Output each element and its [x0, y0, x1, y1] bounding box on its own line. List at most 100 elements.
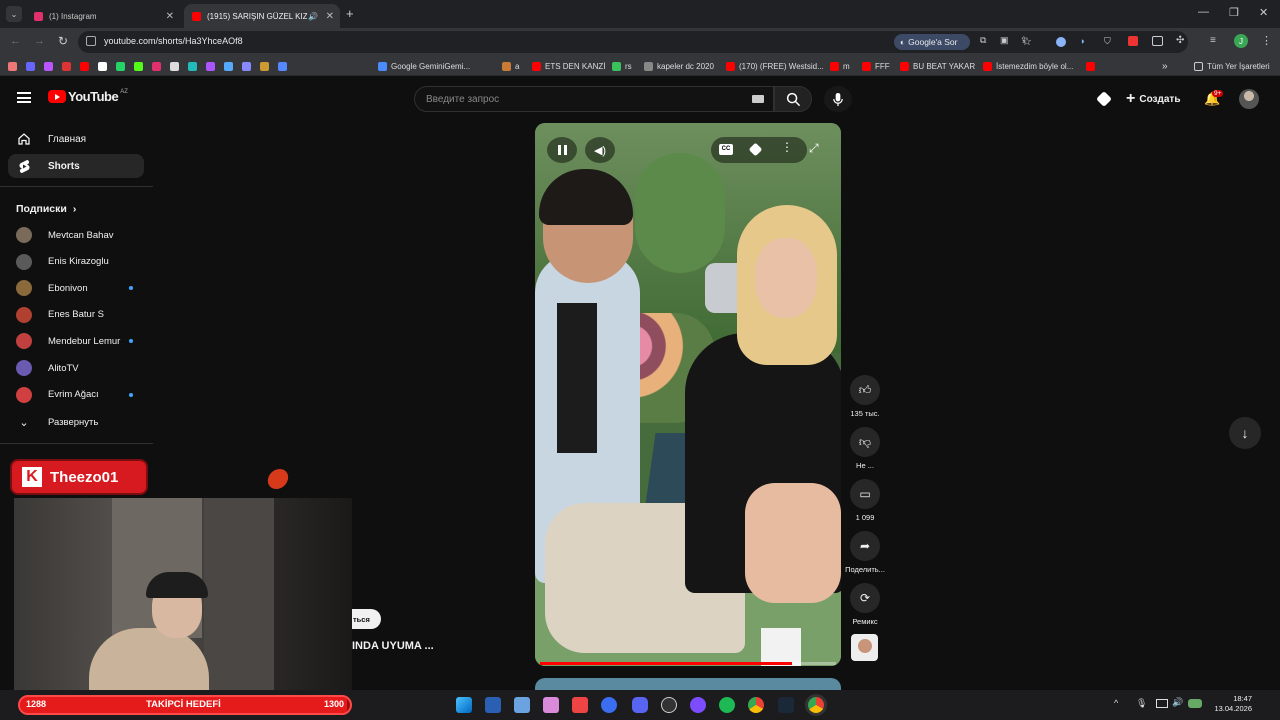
install-icon[interactable]: ▣ [1000, 35, 1009, 46]
extension-icon[interactable]: ◗ [1080, 36, 1085, 46]
side-video-title[interactable]: INDA UYUMA ... [352, 640, 434, 652]
search-input[interactable]: Введите запрос [414, 86, 774, 112]
discord-icon[interactable] [632, 697, 648, 713]
channel-name: Ebonivon [48, 282, 88, 294]
notepad-icon[interactable] [514, 697, 530, 713]
bookmark-m[interactable]: m [830, 60, 850, 72]
subscription-item[interactable]: Enes Batur S [16, 305, 104, 325]
more-options-icon[interactable]: ⋮ [781, 140, 793, 154]
app-icon[interactable] [661, 697, 677, 713]
bookmark-a[interactable]: a [502, 60, 519, 72]
profile-avatar[interactable]: J [1234, 34, 1248, 48]
cast-shorts-icon[interactable] [1096, 91, 1112, 107]
app-icon[interactable] [572, 697, 588, 713]
bookmark-westside[interactable]: (170) (FREE) Westsid... [726, 60, 824, 72]
sidebar-item-home[interactable]: Главная [8, 127, 144, 151]
subscriptions-header[interactable]: Подписки › [16, 203, 76, 215]
subscription-item[interactable]: Ebonivon [16, 278, 88, 298]
minimize-icon[interactable]: — [1198, 6, 1209, 18]
close-tab-icon[interactable]: ✕ [166, 11, 174, 22]
puzzle-icon[interactable]: ✣ [1176, 35, 1184, 46]
dislike-button[interactable]: 👎︎ Не ... [845, 427, 885, 470]
menu-icon[interactable]: ⋮ [1261, 34, 1272, 47]
bookmark-fff[interactable]: FFF [862, 60, 890, 72]
bookmark-gemini[interactable]: Google GeminiGemi... [378, 60, 470, 72]
pause-button[interactable] [547, 137, 577, 163]
search-button[interactable] [774, 86, 812, 112]
url-text[interactable]: youtube.com/shorts/Ha3YhceAOf8 [104, 36, 243, 46]
next-short-button[interactable]: ↓ [1229, 417, 1261, 449]
captions-icon[interactable]: CC [719, 144, 733, 155]
chrome-icon[interactable] [748, 697, 764, 713]
extension-icon[interactable] [1056, 37, 1066, 47]
sound-thumbnail[interactable] [851, 634, 878, 661]
keyboard-icon[interactable] [752, 95, 764, 103]
sidebar-expand[interactable]: ⌄ Развернуть [16, 412, 98, 432]
terminal-icon[interactable] [485, 697, 501, 713]
site-info-icon[interactable] [86, 36, 96, 46]
windows-start-icon[interactable] [456, 697, 472, 713]
bookmark-extra[interactable] [1086, 60, 1099, 72]
subscription-item[interactable]: Evrim Ağacı [16, 385, 99, 405]
subscription-item[interactable]: Enis Kirazoglu [16, 252, 109, 272]
tab-search-button[interactable]: ⌄ [6, 6, 22, 22]
speaker-icon[interactable]: 🔊 [1172, 697, 1183, 708]
bookmark-star-icon[interactable]: ☆ [1022, 35, 1032, 48]
reload-icon[interactable]: ↻ [58, 34, 68, 48]
microphone-tray-icon[interactable]: 🎙 [1136, 698, 1147, 709]
all-bookmarks[interactable]: Tüm Yer İşaretleri [1194, 60, 1270, 72]
more-bookmarks-icon[interactable]: » [1162, 60, 1168, 72]
back-icon[interactable]: ← [10, 35, 21, 47]
account-avatar[interactable] [1239, 89, 1259, 109]
network-icon[interactable] [1156, 699, 1168, 708]
shield-icon[interactable]: ⛉ [1104, 36, 1111, 47]
subscription-item[interactable]: Mevtcan Bahav [16, 225, 113, 245]
remix-button[interactable]: ⟳ Ремикс [845, 583, 885, 626]
share-button[interactable]: ➦ Поделить... [845, 531, 885, 574]
sidebar-item-shorts[interactable]: Shorts [8, 154, 144, 178]
bookmark-ets[interactable]: ETS DEN KANZİ [532, 60, 605, 72]
subscription-item[interactable]: AlitoTV [16, 358, 79, 378]
google-sor-button[interactable]: ◐ Google'a Sor [894, 34, 970, 50]
chrome-icon[interactable] [808, 697, 824, 713]
tab-youtube[interactable]: (1915) SARIŞIN GÜZEL KIZI 🔊 ✕ [184, 4, 340, 28]
fullscreen-icon[interactable]: ⤢ [809, 141, 819, 156]
kick-icon [134, 61, 143, 71]
create-button[interactable]: + Создать [1126, 90, 1180, 108]
bookmark-rs[interactable]: rs [612, 60, 632, 72]
spotify-icon[interactable] [719, 697, 735, 713]
app-icon[interactable] [543, 697, 559, 713]
short-video-player[interactable]: ◀) CC ⋮ ⤢ [535, 123, 841, 666]
side-video-chip[interactable]: ться [352, 609, 381, 629]
app-icon[interactable] [690, 697, 706, 713]
app-icon[interactable] [601, 697, 617, 713]
video-progress-track[interactable] [540, 662, 836, 665]
extension-icon[interactable] [1152, 36, 1163, 46]
maximize-icon[interactable]: ❐ [1229, 6, 1239, 19]
tab-instagram[interactable]: (1) Instagram ✕ [26, 4, 180, 28]
tray-chevron-icon[interactable]: ^ [1114, 698, 1118, 708]
close-tab-icon[interactable]: ✕ [326, 11, 334, 22]
next-short-preview[interactable] [535, 678, 841, 690]
translate-icon[interactable]: ⧉ [980, 35, 986, 46]
subscription-item[interactable]: Mendebur Lemur [16, 331, 120, 351]
bookmark-kapeler[interactable]: kapeler dc 2020 [644, 60, 714, 72]
steam-icon[interactable] [778, 697, 794, 713]
app-tray-icon[interactable] [1188, 699, 1202, 708]
volume-button[interactable]: ◀) [585, 137, 615, 163]
bookmark-beat[interactable]: BU BEAT YAKAR [900, 60, 975, 72]
audio-icon[interactable]: 🔊 [308, 12, 318, 21]
new-tab-icon[interactable]: + [346, 6, 354, 21]
hamburger-menu-icon[interactable] [17, 92, 31, 103]
close-window-icon[interactable]: ✕ [1259, 6, 1268, 19]
bookmark-icons-row[interactable] [8, 60, 287, 72]
clock[interactable]: 18:47 13.04.2026 [1212, 694, 1252, 714]
comment-button[interactable]: ▭ 1 099 [845, 479, 885, 522]
forward-icon[interactable]: → [34, 35, 45, 47]
like-button[interactable]: 👍︎ 135 тыс. [845, 375, 885, 418]
media-icon[interactable]: ≡ [1210, 35, 1216, 46]
bookmark-istemezdim[interactable]: İstemezdim böyle ol... [983, 60, 1073, 72]
voice-search-button[interactable] [824, 86, 852, 112]
youtube-logo[interactable]: YouTube AZ [48, 89, 128, 104]
extension-icon[interactable] [1128, 36, 1138, 46]
